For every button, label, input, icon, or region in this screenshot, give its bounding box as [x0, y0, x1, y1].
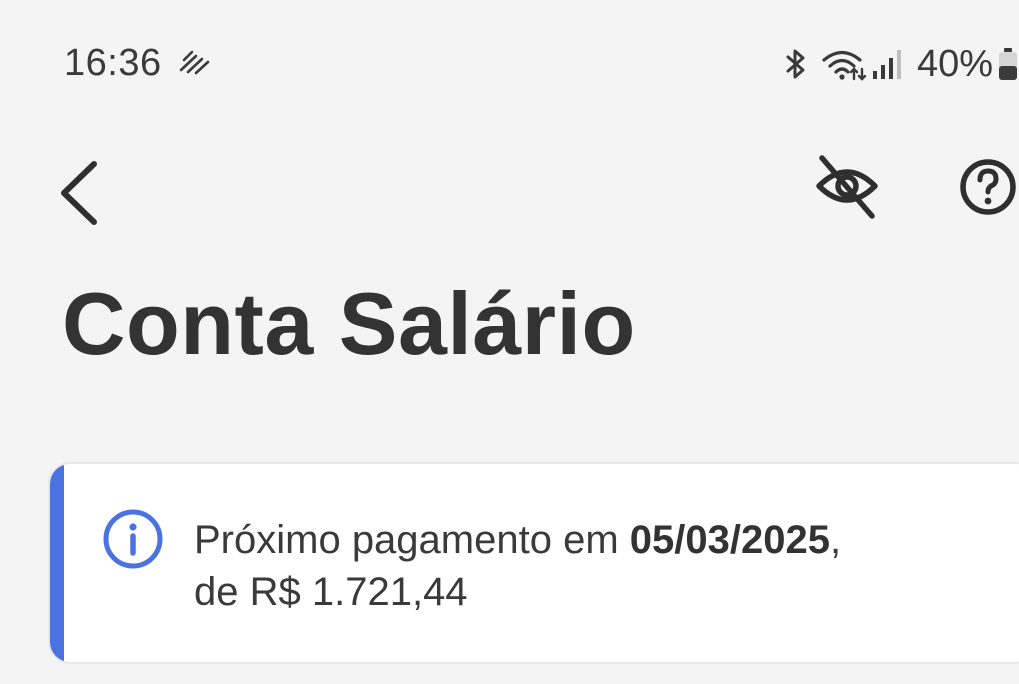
help-button[interactable]: [950, 146, 1019, 228]
wifi-icon: [822, 50, 867, 81]
next-payment-date: 05/03/2025: [629, 518, 830, 562]
next-payment-comma: ,: [829, 518, 842, 562]
battery-percentage: 40%: [916, 42, 993, 85]
info-card-accent-bar: [50, 464, 64, 662]
next-payment-info-card: Próximo pagamento em 05/03/2025, de R$ 1…: [48, 462, 1019, 664]
bluetooth-icon: [786, 49, 805, 79]
next-payment-text: Próximo pagamento em 05/03/2025, de R$ 1…: [194, 514, 841, 618]
next-payment-line-1: Próximo pagamento em 05/03/2025,: [194, 514, 841, 566]
sync-icon: [179, 50, 210, 75]
toggle-balance-visibility-button[interactable]: [806, 146, 888, 228]
status-bar: 16:36 40%: [0, 0, 1019, 120]
signal-icon: [872, 50, 901, 79]
info-icon: [103, 509, 163, 569]
back-button[interactable]: [46, 140, 116, 230]
chevron-left-icon: [61, 161, 97, 225]
eye-off-icon: [816, 155, 878, 219]
status-time: 16:36: [64, 42, 162, 84]
next-payment-prefix: Próximo pagamento em: [194, 518, 630, 562]
status-icons: 40%: [781, 40, 1019, 88]
top-app-bar: [0, 130, 1019, 240]
next-payment-amount: de R$ 1.721,44: [194, 570, 468, 614]
question-circle-icon: [960, 159, 1016, 215]
page-title: Conta Salário: [62, 274, 636, 373]
battery-icon: [999, 48, 1017, 80]
